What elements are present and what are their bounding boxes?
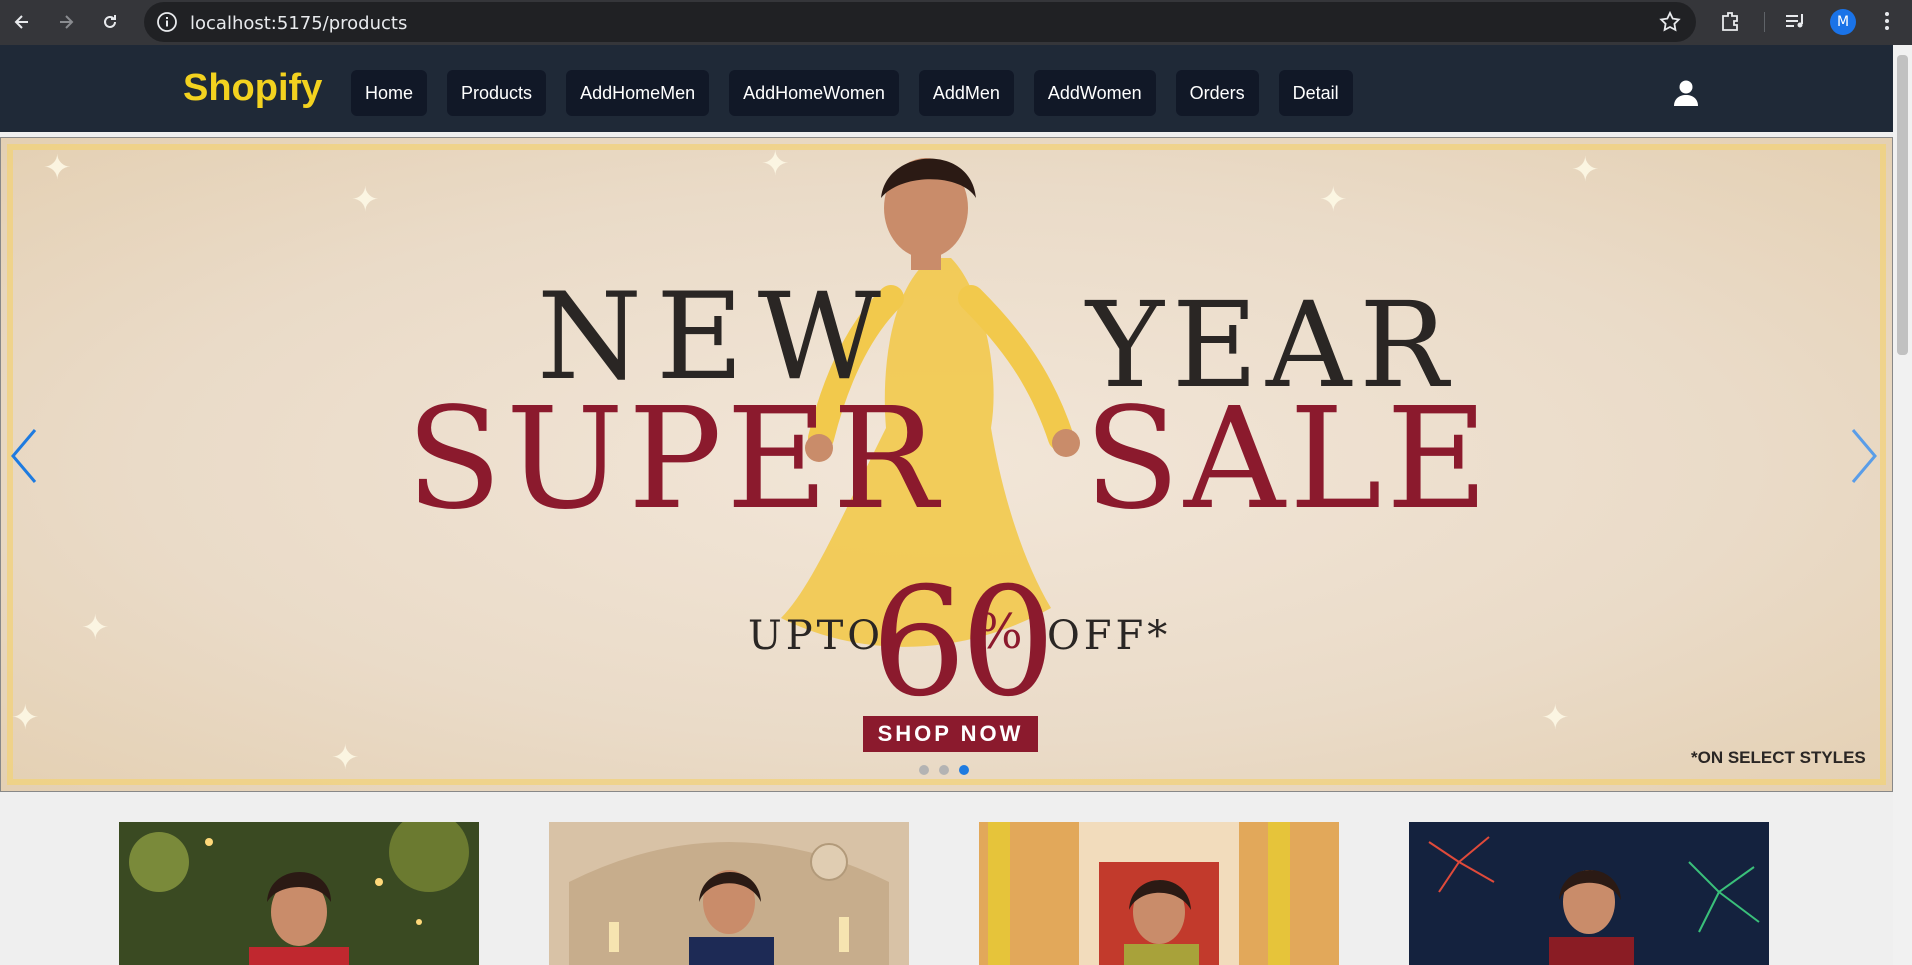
- banner-upto: UPTO: [748, 613, 885, 659]
- carousel-dot-1[interactable]: [919, 765, 929, 775]
- sparkle-icon: ✦: [1319, 181, 1348, 219]
- nav-addmen[interactable]: AddMen: [918, 70, 1014, 116]
- shop-now-button[interactable]: SHOP NOW: [863, 716, 1038, 752]
- nav-home[interactable]: Home: [351, 70, 428, 116]
- sparkle-icon: ✦: [11, 699, 40, 737]
- banner-percent: %: [977, 604, 1023, 660]
- browser-toolbar: localhost:5175/products M: [0, 0, 1912, 45]
- product-image: [979, 822, 1339, 965]
- product-image: [549, 822, 909, 965]
- back-arrow-icon[interactable]: [8, 8, 36, 36]
- forward-arrow-icon[interactable]: [52, 8, 80, 36]
- address-bar[interactable]: localhost:5175/products: [144, 2, 1696, 42]
- nav-products[interactable]: Products: [447, 70, 547, 116]
- sparkle-icon: ✦: [43, 149, 72, 187]
- carousel-next-icon[interactable]: [1849, 428, 1879, 489]
- nav-detail[interactable]: Detail: [1278, 70, 1353, 116]
- carousel-dot-3[interactable]: [959, 765, 969, 775]
- media-icon[interactable]: [1782, 8, 1808, 39]
- banner-word-sale: SALE: [1084, 378, 1493, 541]
- reload-icon[interactable]: [96, 8, 124, 36]
- sparkle-icon: ✦: [351, 181, 380, 219]
- scrollbar-thumb[interactable]: [1897, 55, 1908, 355]
- product-card-1[interactable]: [119, 822, 479, 965]
- main-nav: Home Products AddHomeMen AddHomeWomen Ad…: [351, 70, 1353, 116]
- sparkle-icon: ✦: [331, 739, 360, 777]
- product-card-4[interactable]: [1409, 822, 1769, 965]
- sparkle-icon: ✦: [81, 609, 110, 647]
- page-scrollbar[interactable]: [1893, 45, 1912, 965]
- carousel-prev-icon[interactable]: [9, 428, 39, 489]
- nav-addhomemen[interactable]: AddHomeMen: [566, 70, 710, 116]
- product-image: [119, 822, 479, 965]
- banner-discount: 60: [871, 556, 1056, 730]
- banner-word-super: SUPER: [406, 378, 942, 541]
- product-image: [1409, 822, 1769, 965]
- banner-disclaimer: *ON SELECT STYLES: [1691, 748, 1866, 767]
- nav-orders[interactable]: Orders: [1175, 70, 1259, 116]
- banner-off: OFF*: [1047, 613, 1172, 659]
- carousel-indicators: [919, 765, 969, 775]
- star-icon[interactable]: [1658, 10, 1682, 39]
- user-icon[interactable]: [1673, 79, 1699, 112]
- sparkle-icon: ✦: [1541, 699, 1570, 737]
- info-icon[interactable]: [156, 11, 178, 38]
- extensions-icon[interactable]: [1718, 8, 1744, 39]
- menu-dots-icon[interactable]: [1876, 8, 1898, 39]
- site-logo[interactable]: Shopify: [183, 69, 322, 107]
- nav-addwomen[interactable]: AddWomen: [1033, 70, 1156, 116]
- toolbar-divider: [1764, 12, 1765, 32]
- url-text[interactable]: localhost:5175/products: [190, 13, 407, 34]
- nav-addhomewomen[interactable]: AddHomeWomen: [729, 70, 899, 116]
- product-card-3[interactable]: [979, 822, 1339, 965]
- sparkle-icon: ✦: [1571, 151, 1600, 189]
- site-header: Shopify Home Products AddHomeMen AddHome…: [0, 45, 1893, 132]
- hero-carousel[interactable]: ✦ ✦ ✦ ✦ ✦ ✦ ✦ ✦ ✦ NEW YEAR SUPER SALE UP…: [0, 137, 1893, 792]
- carousel-dot-2[interactable]: [939, 765, 949, 775]
- product-card-2[interactable]: [549, 822, 909, 965]
- profile-avatar[interactable]: M: [1830, 9, 1856, 35]
